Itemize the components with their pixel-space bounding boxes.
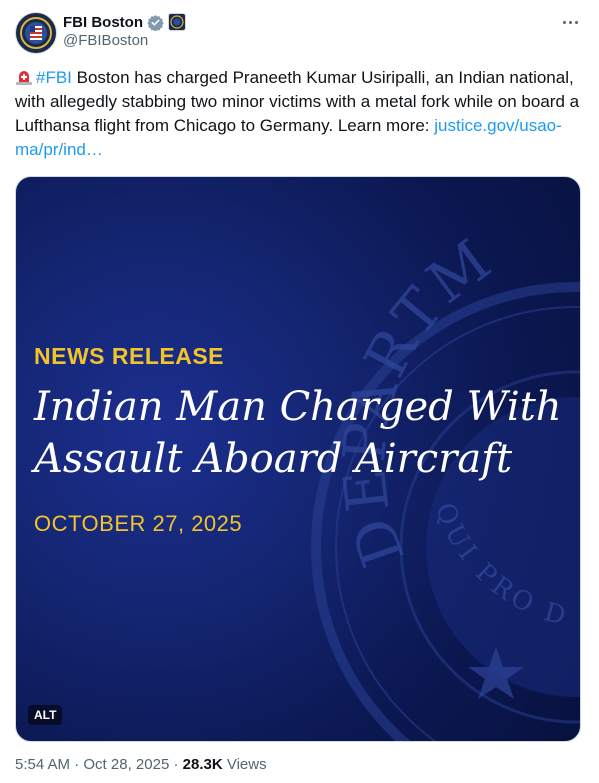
more-dot xyxy=(562,20,566,24)
author-handle[interactable]: @FBIBoston xyxy=(63,32,148,49)
siren-emoji-icon xyxy=(15,68,33,86)
alt-text-button[interactable]: ALT xyxy=(28,705,63,725)
tweet-meta: 5:54 AM · Oct 28, 2025 · 28.3K Views xyxy=(15,756,267,773)
tweet-text: #FBI Boston has charged Praneeth Kumar U… xyxy=(15,66,585,162)
post-time[interactable]: 5:54 AM xyxy=(15,756,70,773)
hashtag-link[interactable]: #FBI xyxy=(36,68,72,87)
media-image[interactable]: DEPARTMENT QUI PRO DOMINA NEWS RELEASE I… xyxy=(15,176,581,742)
news-release-label: NEWS RELEASE xyxy=(34,343,225,369)
fbi-seal-icon[interactable] xyxy=(15,12,57,54)
more-dot xyxy=(574,20,578,24)
views-label: Views xyxy=(226,756,267,773)
tweet: FBI Boston @FBIBoston #FBI Boston has ch… xyxy=(0,0,599,783)
meta-separator: · xyxy=(173,756,179,773)
verified-badge-icon[interactable] xyxy=(147,14,164,31)
media-headline: Indian Man Charged With Assault Aboard A… xyxy=(34,384,562,482)
post-date[interactable]: Oct 28, 2025 xyxy=(83,756,169,773)
more-options-icon[interactable] xyxy=(559,12,581,32)
author-name-row: FBI Boston xyxy=(63,12,186,32)
meta-separator: · xyxy=(74,756,80,773)
display-name[interactable]: FBI Boston xyxy=(63,14,143,31)
affiliation-badge-icon[interactable] xyxy=(168,13,186,31)
views-count: 28.3K xyxy=(182,756,223,773)
more-dot xyxy=(568,20,572,24)
media-date: OCTOBER 27, 2025 xyxy=(34,511,243,536)
